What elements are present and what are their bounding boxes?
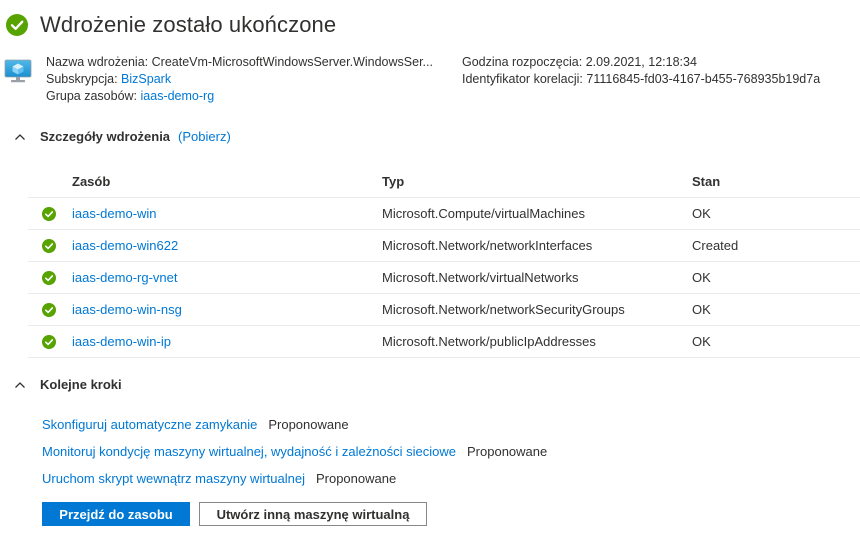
step-status: Proponowane xyxy=(315,471,397,486)
resource-status: OK xyxy=(692,293,860,326)
start-time-value: 2.09.2021, 12:18:34 xyxy=(585,55,697,69)
create-another-vm-button[interactable]: Utwórz inną maszynę wirtualną xyxy=(199,502,427,526)
status-icon-column-header xyxy=(28,165,72,198)
chevron-up-icon[interactable] xyxy=(14,131,26,143)
correlation-id-value: 71116845-fd03-4167-b455-768935b19d7a xyxy=(586,72,821,86)
page-title: Wdrożenie zostało ukończone xyxy=(40,12,337,37)
resource-link[interactable]: iaas-demo-win-ip xyxy=(72,334,171,349)
success-check-icon xyxy=(6,14,28,36)
monitor-vm-link[interactable]: Monitoruj kondycję maszyny wirtualnej, w… xyxy=(42,444,456,459)
deployment-name-row: Nazwa wdrożenia: CreateVm-MicrosoftWindo… xyxy=(46,54,433,71)
resource-status: OK xyxy=(692,197,860,230)
table-row: iaas-demo-rg-vnet Microsoft.Network/virt… xyxy=(28,261,860,294)
resource-group-label: Grupa zasobów: xyxy=(46,89,138,103)
correlation-id-label: Identyfikator korelacji: xyxy=(462,72,583,86)
resource-group-link[interactable]: iaas-demo-rg xyxy=(141,89,215,103)
download-link[interactable]: (Pobierz) xyxy=(178,129,231,144)
resource-status: OK xyxy=(692,261,860,294)
resources-table: Zasób Typ Stan iaas-demo-win Microsoft.C… xyxy=(28,165,860,358)
resource-status: Created xyxy=(692,229,860,262)
next-steps-list: Skonfiguruj automatyczne zamykanie Propo… xyxy=(42,411,547,492)
deployment-name-value: CreateVm-MicrosoftWindowsServer.WindowsS… xyxy=(151,55,433,69)
resource-type: Microsoft.Network/networkInterfaces xyxy=(382,229,692,262)
list-item: Monitoruj kondycję maszyny wirtualnej, w… xyxy=(42,438,547,465)
list-item: Skonfiguruj automatyczne zamykanie Propo… xyxy=(42,411,547,438)
run-script-link[interactable]: Uruchom skrypt wewnątrz maszyny wirtualn… xyxy=(42,471,305,486)
page-header: Wdrożenie zostało ukończone xyxy=(6,11,336,39)
virtual-machine-icon xyxy=(4,59,32,83)
subscription-link[interactable]: BizSpark xyxy=(121,72,171,86)
resource-status: OK xyxy=(692,325,860,358)
column-header-type: Typ xyxy=(382,165,692,198)
success-check-icon xyxy=(42,302,56,317)
step-status: Proponowane xyxy=(467,444,548,459)
resource-type: Microsoft.Network/networkSecurityGroups xyxy=(382,293,692,326)
next-steps-title: Kolejne kroki xyxy=(40,377,122,392)
subscription-row: Subskrypcja: BizSpark xyxy=(46,71,433,88)
deployment-details-title: Szczegóły wdrożenia xyxy=(40,129,171,144)
go-to-resource-button[interactable]: Przejdź do zasobu xyxy=(42,502,190,526)
resource-group-row: Grupa zasobów: iaas-demo-rg xyxy=(46,88,433,105)
resource-type: Microsoft.Network/publicIpAddresses xyxy=(382,325,692,358)
deployment-details-header[interactable]: Szczegóły wdrożenia (Pobierz) xyxy=(14,129,231,144)
auto-shutdown-link[interactable]: Skonfiguruj automatyczne zamykanie xyxy=(42,417,257,432)
list-item: Uruchom skrypt wewnątrz maszyny wirtualn… xyxy=(42,465,547,492)
success-check-icon xyxy=(42,238,56,253)
start-time-label: Godzina rozpoczęcia: xyxy=(462,55,583,69)
success-check-icon xyxy=(42,270,56,285)
table-row: iaas-demo-win-ip Microsoft.Network/publi… xyxy=(28,325,860,358)
chevron-up-icon[interactable] xyxy=(14,379,26,391)
table-header-row: Zasób Typ Stan xyxy=(28,165,860,198)
deployment-info-left: Nazwa wdrożenia: CreateVm-MicrosoftWindo… xyxy=(46,54,433,105)
deployment-info-right: Godzina rozpoczęcia: 2.09.2021, 12:18:34… xyxy=(462,54,820,88)
table-row: iaas-demo-win622 Microsoft.Network/netwo… xyxy=(28,229,860,262)
start-time-row: Godzina rozpoczęcia: 2.09.2021, 12:18:34 xyxy=(462,54,820,71)
resource-link[interactable]: iaas-demo-win xyxy=(72,206,157,221)
subscription-label: Subskrypcja: xyxy=(46,72,118,86)
resource-link[interactable]: iaas-demo-win622 xyxy=(72,238,178,253)
table-row: iaas-demo-win-nsg Microsoft.Network/netw… xyxy=(28,293,860,326)
resource-link[interactable]: iaas-demo-win-nsg xyxy=(72,302,182,317)
next-steps-header[interactable]: Kolejne kroki xyxy=(14,377,122,392)
resource-link[interactable]: iaas-demo-rg-vnet xyxy=(72,270,178,285)
success-check-icon xyxy=(42,206,56,221)
column-header-status: Stan xyxy=(692,165,860,198)
column-header-resource: Zasób xyxy=(72,165,382,198)
deployment-name-label: Nazwa wdrożenia: xyxy=(46,55,149,69)
table-row: iaas-demo-win Microsoft.Compute/virtualM… xyxy=(28,197,860,230)
resource-type: Microsoft.Compute/virtualMachines xyxy=(382,197,692,230)
step-status: Proponowane xyxy=(268,417,349,432)
resource-type: Microsoft.Network/virtualNetworks xyxy=(382,261,692,294)
correlation-id-row: Identyfikator korelacji: 71116845-fd03-4… xyxy=(462,71,820,88)
success-check-icon xyxy=(42,334,56,349)
